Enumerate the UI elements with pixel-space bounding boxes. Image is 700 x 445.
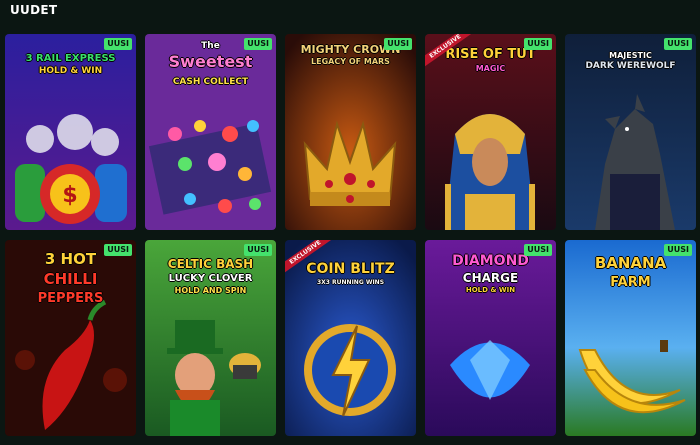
game-title-line: LUCKY CLOVER bbox=[168, 273, 253, 284]
new-badge: UUSI bbox=[104, 244, 132, 256]
game-tile-mighty-crown[interactable]: MIGHTY CROWN LEGACY OF MARS UUSI bbox=[285, 34, 416, 230]
game-tile-banana-farm[interactable]: BANANA FARM UUSI bbox=[565, 240, 696, 436]
game-title-line: FARM bbox=[610, 275, 651, 290]
game-subtitle: HOLD & WIN bbox=[465, 286, 516, 294]
game-title-line: BANANA bbox=[594, 254, 667, 272]
game-title-line: CHILLI bbox=[43, 270, 98, 288]
game-tile-the-sweetest[interactable]: The Sweetest CASH COLLECT UUSI bbox=[145, 34, 276, 230]
game-title-line: Sweetest bbox=[168, 52, 253, 71]
game-subtitle: LEGACY OF MARS bbox=[311, 57, 390, 66]
new-badge: UUSI bbox=[384, 38, 412, 50]
game-tile-3-hot-chilli-peppers[interactable]: 3 HOT CHILLI PEPPERS UUSI bbox=[5, 240, 136, 436]
game-tile-3-rail-express[interactable]: $ 3 RAIL EXPRESS HOLD & WIN UUSI bbox=[5, 34, 136, 230]
game-subtitle: MAGIC bbox=[475, 64, 506, 73]
new-badge: UUSI bbox=[524, 38, 552, 50]
game-title-line: COIN BLITZ bbox=[306, 261, 395, 277]
game-tile-diamond-charge[interactable]: DIAMOND CHARGE HOLD & WIN UUSI bbox=[425, 240, 556, 436]
game-tile-celtic-bash[interactable]: CELTIC BASH LUCKY CLOVER HOLD AND SPIN U… bbox=[145, 240, 276, 436]
game-title-line: CELTIC BASH bbox=[167, 257, 254, 271]
new-badge: UUSI bbox=[664, 38, 692, 50]
game-tile-majestic-dark-werewolf[interactable]: MAJESTIC DARK WEREWOLF UUSI bbox=[565, 34, 696, 230]
new-badge: UUSI bbox=[524, 244, 552, 256]
new-badge: UUSI bbox=[664, 244, 692, 256]
game-subtitle: HOLD & WIN bbox=[38, 66, 103, 76]
svg-text:$: $ bbox=[62, 183, 77, 208]
game-title-line: PEPPERS bbox=[37, 291, 104, 306]
game-title-line: CHARGE bbox=[462, 271, 519, 285]
game-tile-rise-of-tut[interactable]: RISE OF TUT MAGIC EXCLUSIVE UUSI bbox=[425, 34, 556, 230]
new-badge: UUSI bbox=[244, 38, 272, 50]
game-title-line: DIAMOND bbox=[452, 253, 529, 269]
game-title-line: 3 RAIL EXPRESS bbox=[25, 53, 116, 64]
game-subtitle: 3X3 RUNNING WINS bbox=[316, 279, 385, 286]
games-grid: $ 3 RAIL EXPRESS HOLD & WIN UUSI The Swe… bbox=[0, 0, 700, 445]
game-tile-coin-blitz[interactable]: COIN BLITZ 3X3 RUNNING WINS EXCLUSIVE bbox=[285, 240, 416, 436]
game-subtitle: CASH COLLECT bbox=[172, 77, 249, 87]
game-subtitle: DARK WEREWOLF bbox=[585, 61, 676, 71]
game-art bbox=[425, 240, 556, 436]
game-title-line: MAJESTIC bbox=[609, 51, 652, 60]
game-subtitle: HOLD AND SPIN bbox=[174, 286, 247, 295]
new-badge: UUSI bbox=[104, 38, 132, 50]
new-badge: UUSI bbox=[244, 244, 272, 256]
